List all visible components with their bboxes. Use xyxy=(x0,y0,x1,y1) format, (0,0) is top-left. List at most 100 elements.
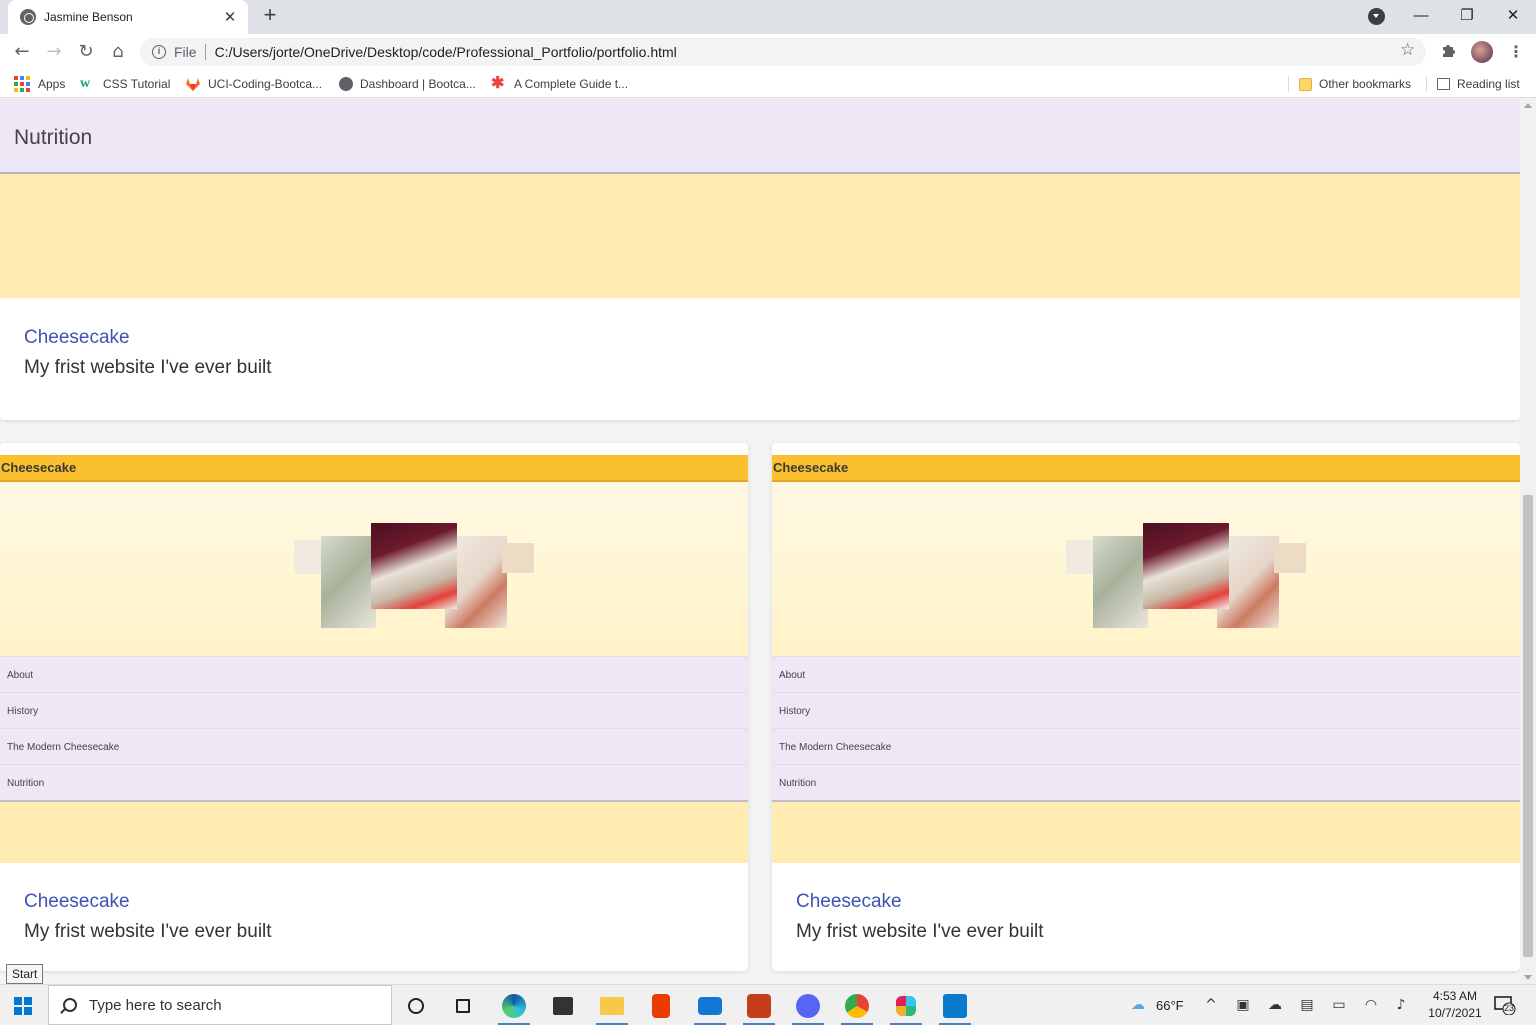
close-window-button[interactable]: ✕ xyxy=(1500,4,1526,28)
globe-icon xyxy=(339,77,353,91)
clock-time: 4:53 AM xyxy=(1432,989,1478,1003)
new-tab-button[interactable]: + xyxy=(258,4,282,28)
task-view-icon[interactable] xyxy=(443,989,483,1025)
edge-icon[interactable] xyxy=(494,989,534,1025)
search-icon xyxy=(63,998,77,1012)
bookmark-other[interactable]: Other bookmarks xyxy=(1299,75,1411,93)
card-preview-footer xyxy=(0,174,1520,298)
preview-nav: About History The Modern Cheesecake Nutr… xyxy=(772,656,1520,802)
cortana-icon[interactable] xyxy=(396,989,436,1025)
preview-nav-nutrition: Nutrition xyxy=(779,778,817,789)
preview-nav-about: About xyxy=(772,657,1520,693)
home-icon[interactable]: ⌂ xyxy=(106,40,130,64)
project-description: My frist website I've ever built xyxy=(796,921,1044,942)
bookmark-uci-bootcamp[interactable]: UCI-Coding-Bootca... xyxy=(185,75,322,93)
bookmark-label: CSS Tutorial xyxy=(103,77,171,91)
forward-arrow-icon[interactable]: → xyxy=(42,40,66,64)
page-viewport: Nutrition Cheesecake My frist website I'… xyxy=(0,99,1520,984)
project-card-featured: Nutrition Cheesecake My frist website I'… xyxy=(0,99,1520,420)
vscode-icon[interactable] xyxy=(935,989,975,1025)
weather-cloud-icon[interactable]: ☁ xyxy=(1126,996,1150,1014)
page-scrollbar[interactable] xyxy=(1520,99,1536,984)
scrollbar-thumb[interactable] xyxy=(1523,495,1533,957)
back-arrow-icon[interactable]: ← xyxy=(10,40,34,64)
preview-nav-modern: The Modern Cheesecake xyxy=(772,729,1520,765)
preview-nav-history: History xyxy=(772,693,1520,729)
chrome-icon[interactable] xyxy=(837,989,877,1025)
file-explorer-icon[interactable] xyxy=(592,989,632,1025)
menu-kebab-icon[interactable]: ⋮ xyxy=(1508,40,1524,64)
browser-toolbar: ← → ↻ ⌂ i File C:/Users/jorte/OneDrive/D… xyxy=(0,34,1536,70)
preview-header: Cheesecake xyxy=(772,455,1520,482)
project-card[interactable]: Cheesecake About History The Modern Chee… xyxy=(0,443,748,971)
preview-hero xyxy=(772,482,1520,656)
system-clock[interactable]: 4:53 AM 10/7/2021 xyxy=(1420,988,1490,1022)
bookmark-label: Dashboard | Bootca... xyxy=(360,77,476,91)
cheesecake-collage-image xyxy=(1066,523,1306,628)
project-card[interactable]: Cheesecake About History The Modern Chee… xyxy=(772,443,1520,971)
preview-header: Cheesecake xyxy=(0,455,748,482)
bookmark-dashboard[interactable]: Dashboard | Bootca... xyxy=(339,75,476,93)
clock-date: 10/7/2021 xyxy=(1428,1006,1482,1020)
volume-icon[interactable]: ♪ xyxy=(1392,996,1410,1014)
folder-icon xyxy=(1299,77,1312,91)
card-preview-nav: Nutrition xyxy=(0,99,1520,174)
extensions-puzzle-icon[interactable] xyxy=(1440,41,1458,59)
info-icon[interactable]: i xyxy=(152,45,166,59)
preview-footer xyxy=(772,802,1520,863)
bookmark-divider xyxy=(1426,76,1427,92)
taskbar-search-box[interactable]: Type here to search xyxy=(48,985,392,1025)
project-title-link[interactable]: Cheesecake xyxy=(796,891,902,913)
address-scheme: File xyxy=(174,44,197,60)
show-hidden-icons-chevron-icon[interactable]: ^ xyxy=(1202,996,1220,1014)
minimize-button[interactable]: — xyxy=(1408,4,1434,28)
tab-title: Jasmine Benson xyxy=(44,10,133,24)
globe-favicon-icon xyxy=(20,9,36,25)
preview-hero xyxy=(0,482,748,656)
store-icon[interactable] xyxy=(543,989,583,1025)
browser-tab[interactable]: Jasmine Benson ✕ xyxy=(8,0,248,34)
profile-avatar[interactable] xyxy=(1471,41,1493,63)
preview-nav-about: About xyxy=(0,657,748,693)
powerpoint-icon[interactable] xyxy=(739,989,779,1025)
tab-search-icon[interactable] xyxy=(1368,8,1385,25)
bookmark-complete-guide[interactable]: ✱ A Complete Guide t... xyxy=(491,75,628,93)
bookmark-label: Other bookmarks xyxy=(1319,77,1412,91)
tab-close-icon[interactable]: ✕ xyxy=(222,8,238,26)
address-bar[interactable]: i File C:/Users/jorte/OneDrive/Desktop/c… xyxy=(140,38,1426,66)
discord-icon[interactable] xyxy=(788,989,828,1025)
slack-icon[interactable] xyxy=(886,989,926,1025)
onedrive-icon[interactable]: ☁ xyxy=(1266,996,1284,1014)
restore-button[interactable]: ❐ xyxy=(1454,4,1480,28)
windows-start-icon[interactable] xyxy=(14,997,32,1015)
weather-temperature[interactable]: 66°F xyxy=(1156,985,1184,1025)
reading-list[interactable]: Reading list xyxy=(1437,75,1520,93)
asterisk-icon: ✱ xyxy=(491,75,505,92)
notification-center-icon[interactable]: 23 xyxy=(1494,995,1516,1016)
battery-icon[interactable]: ▭ xyxy=(1330,996,1348,1014)
meet-now-icon[interactable]: ▣ xyxy=(1234,996,1252,1014)
mail-icon[interactable] xyxy=(690,989,730,1025)
start-tooltip: Start xyxy=(6,964,44,984)
display-icon[interactable]: ▤ xyxy=(1298,996,1316,1014)
bookmark-css-tutorial[interactable]: w CSS Tutorial xyxy=(80,75,170,93)
reload-icon[interactable]: ↻ xyxy=(74,40,98,64)
scroll-down-arrow-icon[interactable] xyxy=(1524,975,1532,980)
scroll-up-arrow-icon[interactable] xyxy=(1524,103,1532,108)
notification-count: 23 xyxy=(1504,1003,1515,1013)
bookmark-label: Apps xyxy=(38,77,66,91)
wifi-icon[interactable]: ◠ xyxy=(1362,996,1380,1014)
bookmark-label: A Complete Guide t... xyxy=(514,77,629,91)
preview-nav: About History The Modern Cheesecake Nutr… xyxy=(0,656,748,802)
project-title-link[interactable]: Cheesecake xyxy=(24,327,130,349)
project-title-link[interactable]: Cheesecake xyxy=(24,891,130,913)
bookmark-star-icon[interactable]: ☆ xyxy=(1400,40,1415,60)
preview-nav-nutrition: Nutrition xyxy=(7,778,45,789)
browser-tab-strip: Jasmine Benson ✕ + — ❐ ✕ xyxy=(0,0,1536,34)
bookmark-apps[interactable]: Apps xyxy=(14,75,65,93)
project-description: My frist website I've ever built xyxy=(24,921,272,942)
cheesecake-collage-image xyxy=(294,523,534,628)
apps-grid-icon xyxy=(14,76,30,92)
office-icon[interactable] xyxy=(641,989,681,1025)
reading-list-icon xyxy=(1437,78,1450,90)
